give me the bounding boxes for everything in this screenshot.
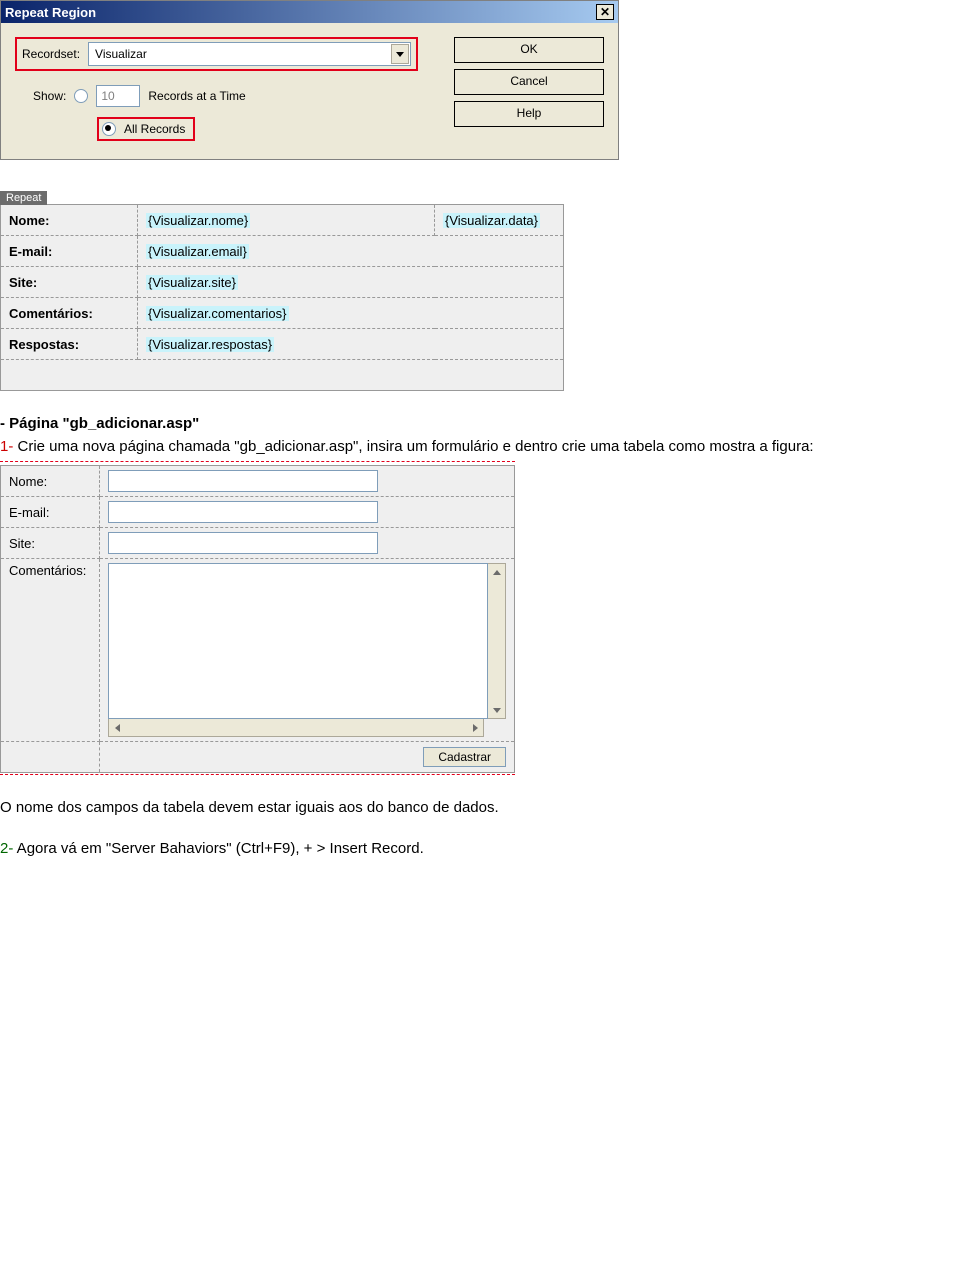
table-row: E-mail: Visualizar.email bbox=[1, 236, 564, 267]
all-records-radio[interactable] bbox=[102, 122, 116, 136]
dialog-title: Repeat Region bbox=[5, 5, 596, 20]
step-number: 2- bbox=[0, 840, 13, 857]
form-grid: Nome: E-mail: Site: Comentários: bbox=[0, 465, 515, 773]
recordset-label: Recordset: bbox=[22, 47, 80, 61]
placeholder-value: Visualizar.respostas bbox=[146, 337, 274, 352]
submit-cell: Cadastrar bbox=[100, 742, 515, 773]
show-label: Show: bbox=[33, 89, 66, 103]
table-row: Respostas: Visualizar.respostas bbox=[1, 329, 564, 360]
placeholder-value: Visualizar.comentarios bbox=[146, 306, 289, 321]
form-label: E-mail: bbox=[1, 497, 100, 528]
form-input-cell bbox=[100, 497, 515, 528]
empty-cell bbox=[1, 742, 100, 773]
section-heading: - Página "gb_adicionar.asp" bbox=[0, 415, 960, 432]
grid-label: Respostas: bbox=[1, 329, 138, 360]
recordset-combo[interactable]: Visualizar bbox=[88, 42, 411, 66]
email-input[interactable] bbox=[108, 501, 378, 523]
step-number: 1- bbox=[0, 438, 13, 455]
ok-button[interactable]: OK bbox=[454, 37, 604, 63]
grid-label: Comentários: bbox=[1, 298, 138, 329]
records-at-a-time-label: Records at a Time bbox=[148, 89, 245, 103]
all-records-row: All Records bbox=[97, 117, 195, 141]
grid-label: Nome: bbox=[1, 205, 138, 236]
site-input[interactable] bbox=[108, 532, 378, 554]
footer-line-1: O nome dos campos da tabela devem estar … bbox=[0, 799, 960, 816]
close-icon[interactable]: ✕ bbox=[596, 4, 614, 20]
scroll-down-icon[interactable] bbox=[488, 702, 505, 718]
table-row bbox=[1, 360, 564, 391]
nome-input[interactable] bbox=[108, 470, 378, 492]
placeholder-value: Visualizar.nome bbox=[146, 213, 250, 228]
cancel-button[interactable]: Cancel bbox=[454, 69, 604, 95]
repeat-region-grid: Nome: Visualizar.nome Visualizar.data E-… bbox=[0, 204, 564, 391]
form-input-cell bbox=[100, 528, 515, 559]
form-region-bottom bbox=[0, 773, 515, 775]
grid-cell: Visualizar.comentarios bbox=[138, 298, 564, 329]
grid-cell: Visualizar.data bbox=[435, 205, 564, 236]
grid-label: E-mail: bbox=[1, 236, 138, 267]
placeholder-value: Visualizar.site bbox=[146, 275, 238, 290]
table-row: Comentários: bbox=[1, 559, 515, 742]
scroll-right-icon[interactable] bbox=[467, 719, 483, 736]
grid-cell: Visualizar.site bbox=[138, 267, 564, 298]
recordset-row: Recordset: Visualizar bbox=[15, 37, 418, 71]
step-1-text: 1- Crie uma nova página chamada "gb_adic… bbox=[0, 438, 960, 455]
cadastrar-button[interactable]: Cadastrar bbox=[423, 747, 506, 767]
vertical-scrollbar[interactable] bbox=[488, 563, 506, 719]
table-row: Site: Visualizar.site bbox=[1, 267, 564, 298]
step-2-text: 2- Agora vá em "Server Bahaviors" (Ctrl+… bbox=[0, 840, 960, 857]
form-label: Comentários: bbox=[1, 559, 100, 742]
recordset-value: Visualizar bbox=[89, 47, 153, 61]
comentarios-textarea[interactable] bbox=[108, 563, 488, 719]
grid-label: Site: bbox=[1, 267, 138, 298]
repeat-region-dialog: Repeat Region ✕ Recordset: Visualizar Sh… bbox=[0, 0, 619, 160]
records-count-input[interactable]: 10 bbox=[96, 85, 140, 107]
grid-cell: Visualizar.email bbox=[138, 236, 564, 267]
show-count-radio[interactable] bbox=[74, 89, 88, 103]
table-row: Site: bbox=[1, 528, 515, 559]
dialog-titlebar: Repeat Region ✕ bbox=[1, 1, 618, 23]
horizontal-scrollbar[interactable] bbox=[108, 719, 484, 737]
empty-row bbox=[1, 360, 564, 391]
table-row: Nome: Visualizar.nome Visualizar.data bbox=[1, 205, 564, 236]
show-row: Show: 10 Records at a Time bbox=[15, 85, 418, 107]
scroll-left-icon[interactable] bbox=[109, 719, 125, 736]
form-input-cell bbox=[100, 466, 515, 497]
scroll-up-icon[interactable] bbox=[488, 564, 505, 580]
form-label: Nome: bbox=[1, 466, 100, 497]
repeat-tab-label: Repeat bbox=[0, 191, 47, 205]
form-region-top bbox=[0, 461, 515, 463]
table-row: Comentários: Visualizar.comentarios bbox=[1, 298, 564, 329]
form-input-cell bbox=[100, 559, 515, 742]
help-button[interactable]: Help bbox=[454, 101, 604, 127]
table-row: E-mail: bbox=[1, 497, 515, 528]
grid-cell: Visualizar.nome bbox=[138, 205, 435, 236]
form-label: Site: bbox=[1, 528, 100, 559]
table-row: Cadastrar bbox=[1, 742, 515, 773]
placeholder-value: Visualizar.data bbox=[443, 213, 540, 228]
chevron-down-icon[interactable] bbox=[391, 44, 409, 64]
placeholder-value: Visualizar.email bbox=[146, 244, 249, 259]
grid-cell: Visualizar.respostas bbox=[138, 329, 564, 360]
table-row: Nome: bbox=[1, 466, 515, 497]
all-records-label: All Records bbox=[124, 122, 185, 136]
